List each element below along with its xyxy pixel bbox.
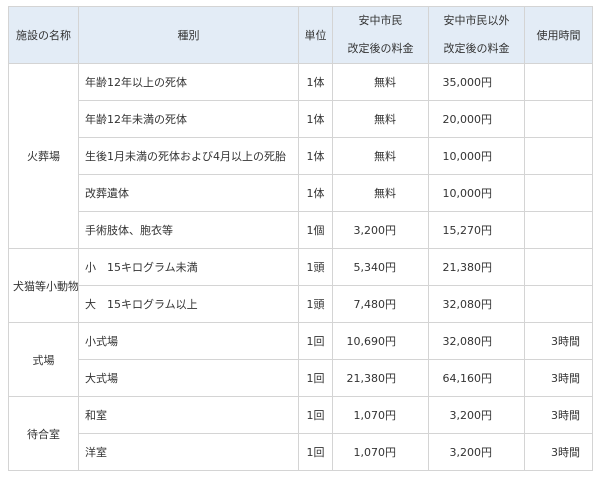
noncitizen-fee-cell: 32,080円 (428, 322, 525, 360)
type-cell: 小 15キログラム未満 (78, 248, 299, 286)
unit-cell: 1回 (298, 396, 333, 434)
type-cell: 小式場 (78, 322, 299, 360)
noncitizen-fee-cell: 35,000円 (428, 63, 525, 101)
citizen-fee-cell: 無料 (332, 100, 429, 138)
type-cell: 生後1月未満の死体および4月以上の死胎 (78, 137, 299, 175)
noncitizen-fee-cell: 15,270円 (428, 211, 525, 249)
table-row: 待合室 和室 1回 1,070円 3,200円 3時間 (8, 396, 593, 471)
table-row: 式場 小式場 1回 10,690円 32,080円 3時間 (8, 322, 593, 397)
table-row: 洋室 1回 1,070円 3,200円 3時間 (9, 433, 593, 471)
type-cell: 年齢12年未満の死体 (78, 100, 299, 138)
type-cell: 洋室 (78, 433, 299, 471)
table-row: 年齢12年未満の死体 1体 無料 20,000円 (9, 100, 593, 138)
unit-cell: 1頭 (298, 248, 333, 286)
citizen-fee-cell: 21,380円 (332, 359, 429, 397)
noncitizen-fee-cell: 32,080円 (428, 285, 525, 323)
header-facility: 施設の名称 (8, 6, 79, 64)
facility-name-cell: 式場 (8, 322, 79, 397)
citizen-fee-cell: 7,480円 (332, 285, 429, 323)
header-citizen-sublabel: 改定後の料金 (347, 42, 414, 55)
citizen-fee-cell: 5,340円 (332, 248, 429, 286)
facility-name-cell: 待合室 (8, 396, 79, 471)
unit-cell: 1頭 (298, 285, 333, 323)
unit-cell: 1個 (298, 211, 333, 249)
citizen-fee-cell: 無料 (332, 137, 429, 175)
table-row: 改葬遺体 1体 無料 10,000円 (9, 174, 593, 212)
unit-cell: 1回 (298, 322, 333, 360)
table-row: 手術肢体、胞衣等 1個 3,200円 15,270円 (9, 211, 593, 249)
unit-cell: 1体 (298, 174, 333, 212)
type-cell: 大 15キログラム以上 (78, 285, 299, 323)
table-body: 火葬場 年齢12年以上の死体 1体 無料 35,000円 年齢12年未満の死体 1体 無料 20… (8, 63, 593, 471)
hours-cell (524, 211, 593, 249)
header-noncitizen-fee: 安中市民以外 改定後の料金 (428, 6, 525, 64)
unit-cell: 1回 (298, 359, 333, 397)
hours-cell (524, 174, 593, 212)
fee-table: 施設の名称 種別 単位 安中市民 改定後の料金 安中市民以外 改定後の料金 使用… (8, 6, 593, 471)
noncitizen-fee-cell: 3,200円 (428, 396, 525, 434)
table-row: 大 15キログラム以上 1頭 7,480円 32,080円 (9, 285, 593, 323)
type-cell: 改葬遺体 (78, 174, 299, 212)
hours-cell: 3時間 (524, 359, 593, 397)
table-row: 大式場 1回 21,380円 64,160円 3時間 (9, 359, 593, 397)
hours-cell (524, 285, 593, 323)
hours-cell (524, 100, 593, 138)
header-hours: 使用時間 (524, 6, 593, 64)
unit-cell: 1体 (298, 137, 333, 175)
type-cell: 年齢12年以上の死体 (78, 63, 299, 101)
header-row: 施設の名称 種別 単位 安中市民 改定後の料金 安中市民以外 改定後の料金 使用… (8, 6, 593, 64)
unit-cell: 1体 (298, 100, 333, 138)
citizen-fee-cell: 3,200円 (332, 211, 429, 249)
header-noncitizen-sublabel: 改定後の料金 (443, 42, 510, 55)
hours-cell: 3時間 (524, 433, 593, 471)
table-row: 生後1月未満の死体および4月以上の死胎 1体 無料 10,000円 (9, 137, 593, 175)
hours-cell (524, 248, 593, 286)
citizen-fee-cell: 10,690円 (332, 322, 429, 360)
citizen-fee-cell: 1,070円 (332, 396, 429, 434)
hours-cell (524, 63, 593, 101)
noncitizen-fee-cell: 10,000円 (428, 137, 525, 175)
table-row: 火葬場 年齢12年以上の死体 1体 無料 35,000円 (8, 63, 593, 249)
facility-name-cell: 火葬場 (8, 63, 79, 249)
unit-cell: 1回 (298, 433, 333, 471)
citizen-fee-cell: 無料 (332, 174, 429, 212)
header-citizen-fee: 安中市民 改定後の料金 (332, 6, 429, 64)
type-cell: 和室 (78, 396, 299, 434)
hours-cell (524, 137, 593, 175)
citizen-fee-cell: 1,070円 (332, 433, 429, 471)
header-noncitizen-label: 安中市民以外 (443, 14, 510, 27)
facility-name-cell: 犬猫等小動物 (8, 248, 79, 323)
table-header: 施設の名称 種別 単位 安中市民 改定後の料金 安中市民以外 改定後の料金 使用… (8, 6, 593, 64)
noncitizen-fee-cell: 3,200円 (428, 433, 525, 471)
header-unit: 単位 (298, 6, 333, 64)
unit-cell: 1体 (298, 63, 333, 101)
noncitizen-fee-cell: 10,000円 (428, 174, 525, 212)
header-type: 種別 (78, 6, 299, 64)
noncitizen-fee-cell: 20,000円 (428, 100, 525, 138)
hours-cell: 3時間 (524, 322, 593, 360)
type-cell: 手術肢体、胞衣等 (78, 211, 299, 249)
table-row: 犬猫等小動物小 15キログラム未満 1頭 5,340円 21,380円 (8, 248, 593, 323)
noncitizen-fee-cell: 64,160円 (428, 359, 525, 397)
noncitizen-fee-cell: 21,380円 (428, 248, 525, 286)
header-citizen-label: 安中市民 (358, 14, 403, 27)
hours-cell: 3時間 (524, 396, 593, 434)
type-cell: 大式場 (78, 359, 299, 397)
citizen-fee-cell: 無料 (332, 63, 429, 101)
